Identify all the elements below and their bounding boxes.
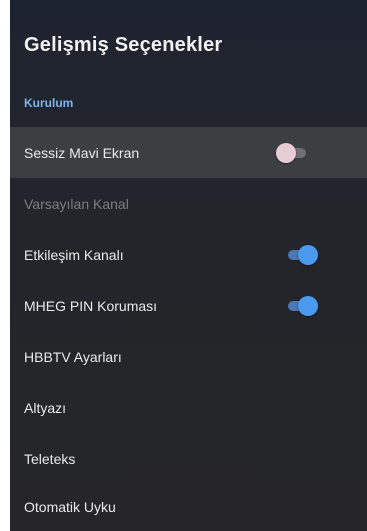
menu-item-label: Etkileşim Kanalı (24, 246, 124, 263)
menu-item-sessiz-mavi-ekran[interactable]: Sessiz Mavi Ekran (10, 127, 367, 178)
menu-item-otomatik-uyku[interactable]: Otomatik Uyku (10, 481, 367, 531)
menu-item-label: Otomatik Uyku (24, 498, 116, 515)
menu-item-varsayilan-kanal[interactable]: Varsayılan Kanal (10, 178, 367, 229)
etkilesim-kanali-toggle[interactable] (286, 244, 318, 265)
menu-item-hbbtv-ayarlari[interactable]: HBBTV Ayarları (10, 331, 367, 382)
toggle-thumb (298, 295, 318, 316)
toggle-thumb (298, 244, 318, 265)
sessiz-mavi-ekran-toggle[interactable] (276, 142, 308, 163)
menu-item-label: Teleteks (24, 450, 76, 467)
toggle-thumb (276, 142, 296, 163)
menu-item-mheg-pin-korumasi[interactable]: MHEG PIN Koruması (10, 280, 367, 331)
menu-item-etkilesim-kanali[interactable]: Etkileşim Kanalı (10, 229, 367, 280)
mheg-pin-korumasi-toggle[interactable] (286, 295, 318, 316)
menu-item-altyazi[interactable]: Altyazı (10, 382, 367, 433)
menu-item-label: Altyazı (24, 399, 67, 416)
menu-item-label: MHEG PIN Koruması (24, 297, 158, 314)
menu-item-label: Varsayılan Kanal (24, 195, 129, 212)
menu-item-teleteks[interactable]: Teleteks (10, 433, 367, 484)
menu-item-label: Sessiz Mavi Ekran (24, 144, 140, 161)
page-title: Gelişmiş Seçenekler (24, 34, 223, 56)
section-header-kurulum: Kurulum (24, 96, 74, 110)
settings-panel: Gelişmiş Seçenekler Kurulum Sessiz Mavi … (10, 0, 367, 531)
menu-item-label: HBBTV Ayarları (24, 348, 122, 365)
